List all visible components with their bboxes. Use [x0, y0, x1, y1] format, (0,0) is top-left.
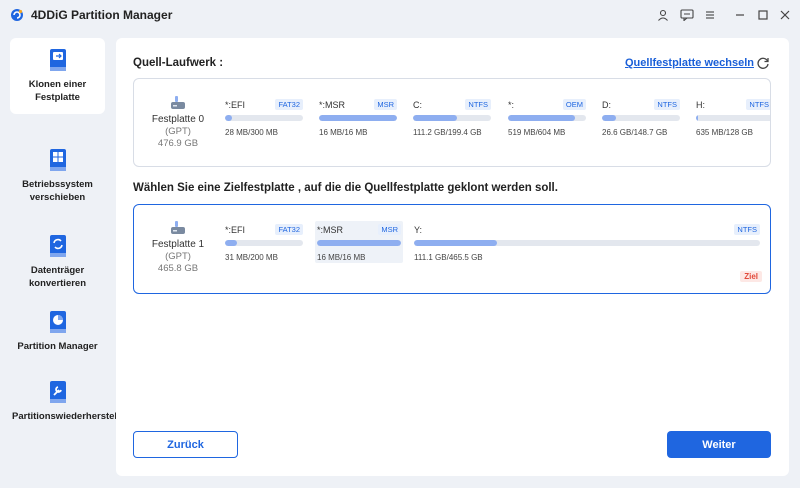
- partition-usage-fill: [317, 240, 401, 246]
- partition-fs-badge: NTFS: [465, 99, 491, 110]
- partition-msr[interactable]: *:MSR MSR 16 MB/16 MB: [317, 96, 399, 138]
- partition-label: *:MSR: [317, 225, 344, 235]
- partition-usage-bar: [225, 240, 303, 246]
- convert-disk-icon: [49, 235, 66, 257]
- partition-usage-fill: [696, 115, 699, 121]
- close-icon[interactable]: [776, 6, 794, 24]
- partition-usage-bar: [319, 115, 397, 121]
- disk-name: Festplatte 0: [151, 114, 205, 125]
- partition-label: Y:: [414, 225, 423, 235]
- partition-fs-badge: NTFS: [654, 99, 680, 110]
- partition-size: 519 MB/604 MB: [508, 128, 566, 137]
- partition-size: 16 MB/16 MB: [317, 253, 366, 262]
- sidebar: Klonen einer Festplatte Betriebssystem v…: [0, 30, 138, 488]
- sidebar-item-label: Datenträger konvertieren: [28, 265, 87, 289]
- migrate-os-icon: [49, 149, 66, 171]
- partition-usage-fill: [602, 115, 617, 121]
- title-bar: 4DDiG Partition Manager: [0, 0, 800, 30]
- sidebar-item-convert-disk[interactable]: Datenträger konvertieren: [10, 224, 105, 300]
- partition-size: 31 MB/200 MB: [225, 253, 278, 262]
- partition-msr[interactable]: *:MSR MSR 16 MB/16 MB: [315, 221, 403, 263]
- partition-usage-bar: [317, 240, 401, 246]
- partition-label: *:MSR: [319, 100, 346, 110]
- switch-source-link[interactable]: Quellfestplatte wechseln: [625, 57, 754, 69]
- partition-fs-badge: NTFS: [746, 99, 770, 110]
- hard-disk-icon: [171, 221, 185, 234]
- partition-size: 111.1 GB/465.5 GB: [414, 253, 483, 262]
- partition-fs-badge: MSR: [374, 99, 397, 110]
- target-disk-card[interactable]: Festplatte 1 (GPT) 465.8 GB *:EFI FAT32 …: [133, 204, 771, 294]
- partition-manager-icon: [49, 311, 66, 333]
- partition-oem[interactable]: *: OEM 519 MB/604 MB: [506, 96, 588, 138]
- main-panel: Quell-Laufwerk : Quellfestplatte wechsel…: [116, 38, 789, 476]
- sidebar-item-partition-manager[interactable]: Partition Manager: [10, 300, 105, 376]
- sidebar-item-label: Partitionswiederherstellung: [12, 411, 138, 422]
- hard-disk-icon: [171, 96, 185, 109]
- partition-usage-bar: [225, 115, 303, 121]
- partition-size: 635 MB/128 GB: [696, 128, 753, 137]
- partition-h[interactable]: H: NTFS 635 MB/128 GB: [694, 96, 770, 138]
- minimize-icon[interactable]: [731, 6, 749, 24]
- partition-c[interactable]: C: NTFS 111.2 GB/199.4 GB: [411, 96, 493, 138]
- disk-type: (GPT): [165, 126, 191, 137]
- partition-usage-bar: [696, 115, 770, 121]
- partition-fs-badge: MSR: [378, 224, 401, 235]
- partition-usage-bar: [602, 115, 680, 121]
- partition-usage-fill: [508, 115, 576, 121]
- partition-label: *:EFI: [225, 225, 246, 235]
- feedback-icon[interactable]: [678, 6, 696, 24]
- partition-fs-badge: FAT32: [275, 99, 303, 110]
- partition-recovery-icon: [49, 381, 66, 403]
- partition-size: 16 MB/16 MB: [319, 128, 368, 137]
- partition-usage-fill: [225, 240, 238, 246]
- disk-size: 465.8 GB: [157, 263, 199, 274]
- partition-fs-badge: NTFS: [734, 224, 760, 235]
- partition-usage-fill: [413, 115, 457, 121]
- maximize-icon[interactable]: [754, 6, 772, 24]
- partition-y[interactable]: Y: NTFS 111.1 GB/465.5 GB: [412, 221, 762, 263]
- partition-fs-badge: FAT32: [275, 224, 303, 235]
- target-heading: Wählen Sie eine Zielfestplatte , auf die…: [133, 182, 558, 194]
- back-button[interactable]: Zurück: [133, 431, 238, 458]
- partition-usage-fill: [225, 115, 233, 121]
- app-title: 4DDiG Partition Manager: [31, 8, 173, 22]
- partition-label: C:: [413, 100, 422, 110]
- partition-fs-badge: OEM: [562, 99, 586, 110]
- partition-label: *:: [508, 100, 515, 110]
- partition-usage-bar: [508, 115, 586, 121]
- user-icon[interactable]: [654, 6, 672, 24]
- sidebar-item-label: Klonen einer Festplatte: [28, 79, 87, 103]
- disk-type: (GPT): [165, 251, 191, 262]
- sidebar-item-clone-disk[interactable]: Klonen einer Festplatte: [10, 38, 105, 114]
- disk-size: 476.9 GB: [157, 138, 199, 149]
- partition-size: 28 MB/300 MB: [225, 128, 278, 137]
- partition-usage-fill: [319, 115, 397, 121]
- source-disk-card: Festplatte 0 (GPT) 476.9 GB *:EFI FAT32 …: [133, 78, 771, 167]
- source-heading: Quell-Laufwerk :: [133, 57, 224, 69]
- app-logo-icon: [11, 9, 23, 21]
- partition-label: *:EFI: [225, 100, 246, 110]
- sidebar-item-partition-recovery[interactable]: Partitionswiederherstellung: [10, 370, 138, 446]
- partition-size: 111.2 GB/199.4 GB: [413, 128, 482, 137]
- disk-info: Festplatte 1 (GPT) 465.8 GB: [134, 221, 222, 274]
- sidebar-item-label: Partition Manager: [17, 341, 98, 352]
- disk-name: Festplatte 1: [151, 239, 205, 250]
- partition-usage-fill: [414, 240, 498, 246]
- partition-size: 26.6 GB/148.7 GB: [602, 128, 668, 137]
- next-button[interactable]: Weiter: [667, 431, 771, 458]
- partition-usage-bar: [414, 240, 760, 246]
- partition-label: H:: [696, 100, 705, 110]
- partition-usage-bar: [413, 115, 491, 121]
- menu-icon[interactable]: [701, 6, 719, 24]
- target-badge: Ziel: [740, 271, 762, 282]
- partition-efi[interactable]: *:EFI FAT32 28 MB/300 MB: [223, 96, 305, 138]
- partition-label: D:: [602, 100, 611, 110]
- sidebar-item-label: Betriebssystem verschieben: [22, 179, 93, 203]
- disk-info: Festplatte 0 (GPT) 476.9 GB: [134, 96, 222, 149]
- partition-d[interactable]: D: NTFS 26.6 GB/148.7 GB: [600, 96, 682, 138]
- clone-disk-icon: [49, 49, 66, 71]
- partition-efi[interactable]: *:EFI FAT32 31 MB/200 MB: [223, 221, 305, 263]
- refresh-icon[interactable]: [756, 56, 770, 70]
- sidebar-item-migrate-os[interactable]: Betriebssystem verschieben: [10, 138, 105, 214]
